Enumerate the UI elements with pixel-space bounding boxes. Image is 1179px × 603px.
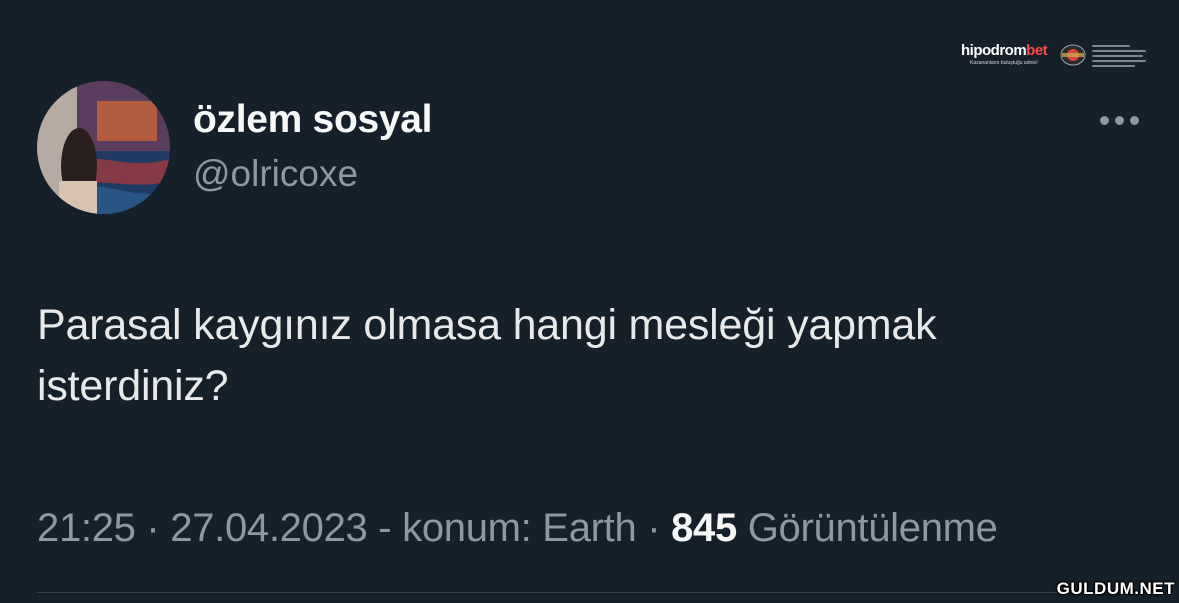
tweet-location: konum: Earth — [402, 506, 637, 550]
views-link[interactable]: 845 Görüntülenme — [671, 506, 998, 550]
more-options-button[interactable] — [1094, 106, 1144, 134]
views-count: 845 — [671, 506, 737, 550]
sponsor-seal-icon — [1060, 43, 1086, 67]
more-horizontal-icon — [1099, 115, 1139, 125]
tweet-text: Parasal kaygınız olmasa hangi mesleği ya… — [37, 295, 1147, 417]
tweet-date[interactable]: 27.04.2023 — [170, 506, 368, 550]
views-label: Görüntülenme — [736, 506, 998, 550]
tweet-time[interactable]: 21:25 — [37, 506, 136, 550]
avatar[interactable] — [37, 81, 170, 214]
divider — [37, 592, 1067, 593]
sponsor-fineprint — [1092, 45, 1146, 70]
location-separator: - — [367, 506, 403, 550]
sponsor-brand-main: hipodrom — [961, 42, 1027, 59]
site-watermark: GULDUM.NET — [1056, 579, 1175, 598]
tweet-meta: 21:25 · 27.04.2023 - konum: Earth · 845 … — [37, 506, 998, 551]
meta-separator: · — [636, 506, 672, 550]
tweet-text-line: Parasal kaygınız olmasa hangi mesleği ya… — [37, 301, 937, 349]
tweet-text-line: isterdiniz? — [37, 362, 229, 410]
sponsor-brand: hipodrombet — [961, 42, 1048, 59]
author-display-name[interactable]: özlem sosyal — [193, 98, 432, 142]
sponsor-tagline: Kazananların buluştuğu adres! — [970, 60, 1038, 66]
sponsor-banner: hipodrombet Kazananların buluştuğu adres… — [958, 42, 1148, 72]
author-handle[interactable]: @olricoxe — [193, 153, 358, 195]
meta-separator: · — [135, 506, 171, 550]
sponsor-brand-accent: bet — [1026, 42, 1048, 59]
